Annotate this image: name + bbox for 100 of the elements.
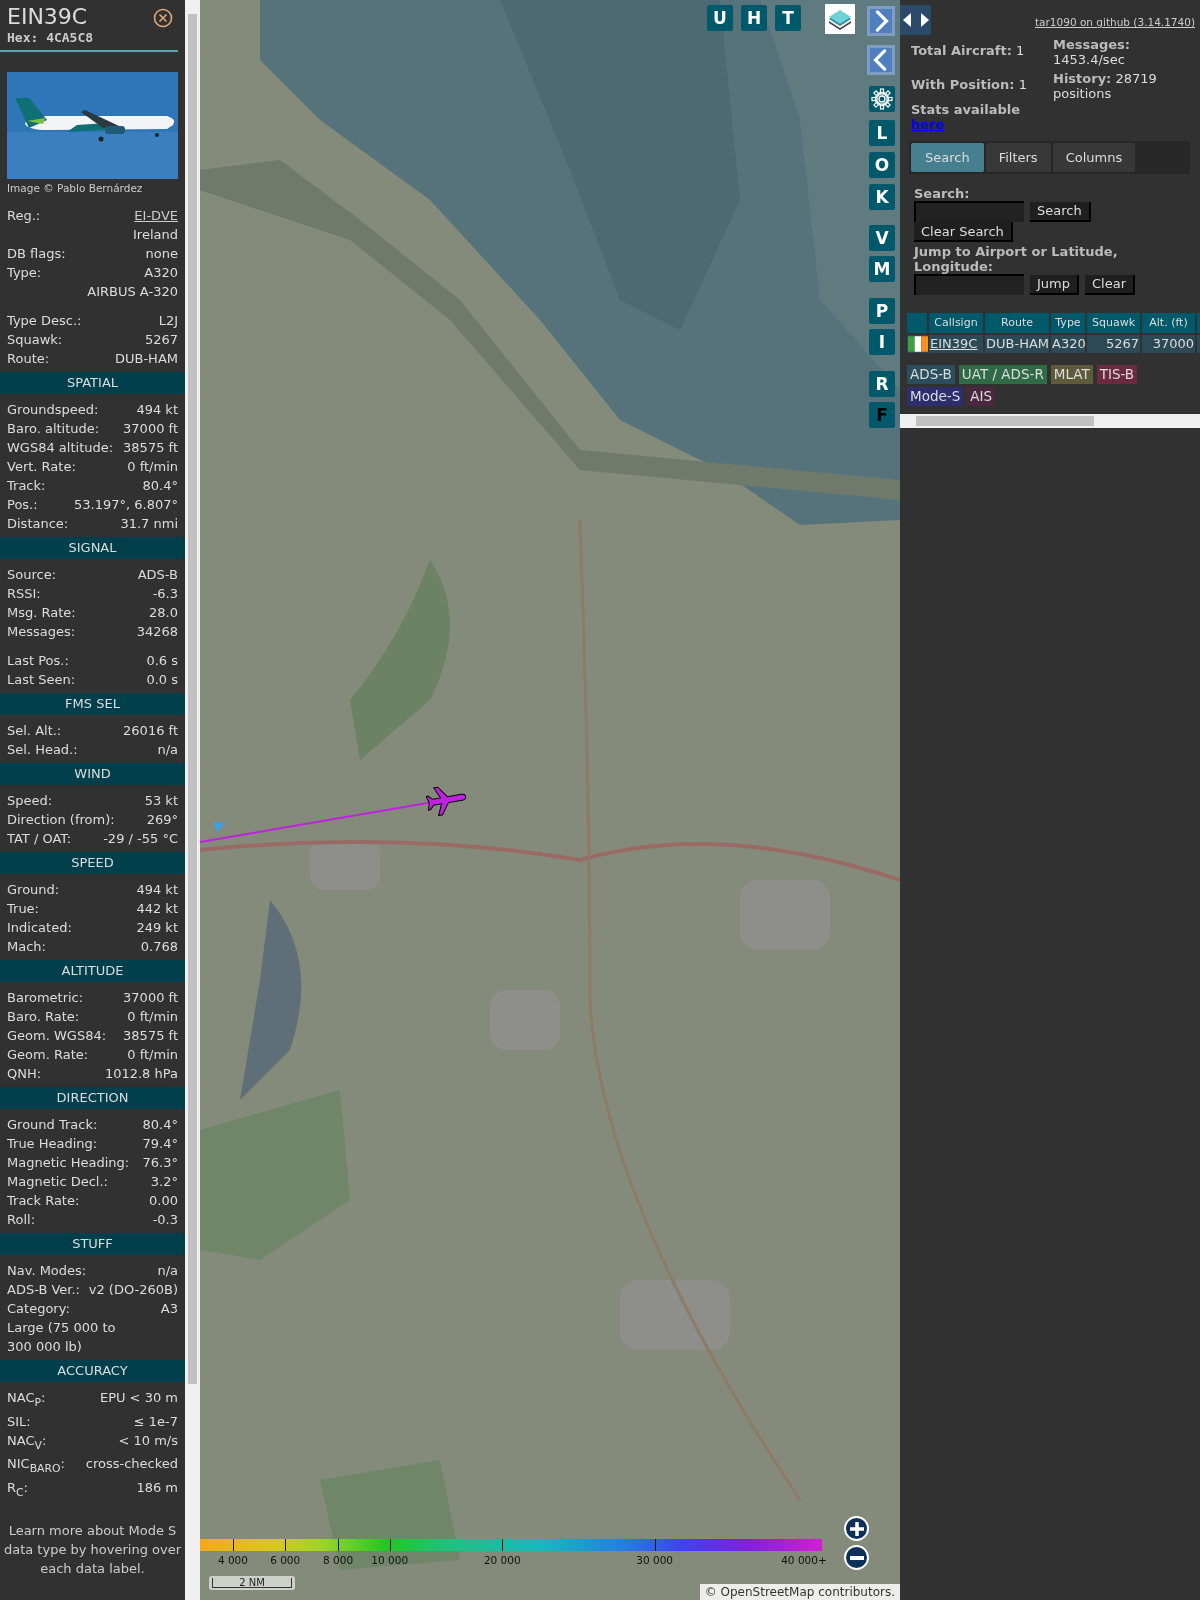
section-header: SPEED: [0, 852, 185, 874]
field-value: 249 kt: [136, 919, 178, 937]
registration-link[interactable]: EI-DVE: [134, 206, 178, 225]
field-value: v2 (DO-260B): [88, 1281, 178, 1299]
map-toggle-button[interactable]: L: [869, 120, 895, 146]
search-button[interactable]: Search: [1030, 201, 1091, 222]
altitude-label: 4 000: [217, 1554, 248, 1566]
field-label: Type Desc.:: [7, 312, 82, 330]
field-label: QNH:: [7, 1065, 42, 1083]
column-header[interactable]: Callsign: [929, 313, 983, 333]
horizontal-scrollbar[interactable]: [900, 414, 1200, 428]
map-toggle-button[interactable]: P: [869, 298, 895, 324]
field-value: -6.3: [152, 585, 178, 603]
field-value: 31.7 nmi: [120, 515, 178, 533]
column-header[interactable]: Route: [985, 313, 1049, 333]
field-label: Search:: [914, 186, 971, 201]
field-label: Nav. Modes:: [7, 1262, 87, 1280]
field-value: 34268: [136, 623, 178, 641]
altitude-label: 6 000: [270, 1554, 301, 1566]
field-value: 79.4°: [142, 1135, 178, 1153]
field-label: Type:: [7, 264, 42, 282]
field-value: 38575 ft: [123, 1027, 178, 1045]
photo-credit: Image © Pablo Bernárdez: [6, 181, 144, 194]
field-value: 442 kt: [136, 900, 178, 918]
source-tag: MLAT: [1050, 365, 1093, 384]
column-header[interactable]: Type: [1051, 313, 1085, 333]
map-toggle-button[interactable]: U: [707, 5, 733, 31]
callsign-link[interactable]: EIN39C: [929, 335, 983, 353]
stat-text: With Position: 1: [911, 77, 1028, 92]
tab[interactable]: Filters: [985, 143, 1051, 172]
column-header[interactable]: Alt. (ft): [1142, 313, 1195, 333]
field-label: Ground Track:: [7, 1116, 98, 1134]
field-value: 494 kt: [136, 401, 178, 419]
scale-label: 2 NM: [212, 1578, 292, 1588]
map-toggle-button[interactable]: T: [775, 5, 801, 31]
version-link[interactable]: tar1090 on github (3.14.1740): [1035, 16, 1195, 28]
tab[interactable]: Columns: [1052, 143, 1136, 172]
field-value: 0.768: [140, 938, 178, 956]
section-header: WIND: [0, 763, 185, 785]
field-label: Magnetic Decl.:: [7, 1173, 108, 1191]
map-toggle-button[interactable]: I: [869, 329, 895, 355]
search-field[interactable]: [914, 201, 1024, 222]
scrollbar[interactable]: [185, 0, 200, 1600]
field-label: Speed:: [7, 792, 53, 810]
field-label: True:: [7, 900, 39, 918]
map-toggle-button[interactable]: V: [869, 225, 895, 251]
map-toggle-button[interactable]: H: [741, 5, 767, 31]
field-label: Direction (from):: [7, 811, 115, 829]
field-label: Barometric:: [7, 989, 84, 1007]
field-label: Baro. Rate:: [7, 1008, 80, 1026]
map-toggle-button[interactable]: O: [869, 152, 895, 178]
expand-button[interactable]: [867, 6, 895, 36]
field-label: R$_{C}$:: [7, 1478, 28, 1501]
help-note: Learn more about Mode S data type by hovering over each data label.: [2, 1522, 183, 1579]
field-label: Squawk:: [7, 331, 63, 349]
field-value: 186 m: [136, 1478, 178, 1497]
panel-toggle-button[interactable]: [900, 5, 931, 35]
source-tag: ADS-B: [907, 365, 955, 384]
table-cell: A320: [1051, 335, 1085, 353]
field-label: Category:: [7, 1300, 70, 1318]
attribution-link[interactable]: OpenStreetMap: [720, 1585, 815, 1599]
clear-button[interactable]: Clear: [1085, 274, 1135, 295]
field-label: NAC$_{P}$:: [7, 1389, 46, 1411]
settings-icon: [870, 87, 894, 111]
close-icon[interactable]: [153, 8, 173, 28]
map-toggle-button[interactable]: M: [869, 256, 895, 282]
field-value: 494 kt: [136, 881, 178, 899]
jump-button[interactable]: Jump: [1030, 274, 1079, 295]
field-label: ADS-B Ver.:: [7, 1281, 80, 1299]
collapse-button[interactable]: [867, 45, 895, 75]
source-tag: TIS-B: [1096, 365, 1138, 384]
stat-text: History: 28719 positions: [1053, 71, 1158, 101]
field-label: SIL:: [7, 1412, 31, 1431]
table-cell: 5267: [1087, 335, 1140, 353]
field-value: 80.4°: [142, 477, 178, 495]
field-value: 1012.8 hPa: [104, 1065, 178, 1083]
field-value: 26016 ft: [123, 722, 178, 740]
map-toggle-button[interactable]: R: [869, 371, 895, 397]
header-cell: [907, 313, 927, 333]
stats-note: Stats available: [911, 102, 1022, 117]
jump-field[interactable]: [914, 274, 1024, 295]
field-label: Mach:: [7, 938, 46, 956]
column-header[interactable]: Squawk: [1087, 313, 1140, 333]
map-toggle-button[interactable]: K: [869, 184, 895, 210]
section-header: STUFF: [0, 1233, 185, 1255]
settings-button[interactable]: [869, 86, 895, 112]
layers-button[interactable]: [825, 4, 855, 34]
clear-search-button[interactable]: Clear Search: [914, 222, 1013, 242]
field-label: Groundspeed:: [7, 401, 99, 419]
field-label: Large (75 000 to 300 000 lb): [7, 1319, 117, 1356]
field-label: Sel. Alt.:: [7, 722, 62, 740]
section-header: FMS SEL: [0, 693, 185, 715]
field-value: 0.00: [149, 1192, 178, 1210]
source-tag: Mode-S: [907, 387, 964, 406]
field-label: Route:: [7, 350, 50, 368]
field-label: Magnetic Heading:: [7, 1154, 130, 1172]
field-value: 0 ft/min: [127, 458, 178, 476]
field-value: n/a: [157, 741, 178, 759]
field-value: cross-checked: [85, 1455, 178, 1474]
section-header: DIRECTION: [0, 1087, 185, 1109]
